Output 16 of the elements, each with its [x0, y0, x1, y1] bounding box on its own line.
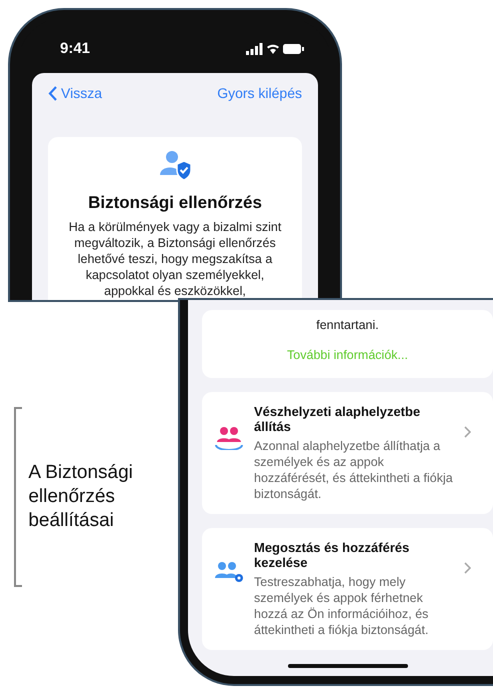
chevron-icon: [464, 562, 471, 574]
more-info-link[interactable]: További információk...: [281, 347, 414, 363]
quick-exit-button[interactable]: Gyors kilépés: [217, 85, 302, 101]
chevron-icon: [464, 426, 471, 438]
back-chevron-icon: [48, 86, 57, 100]
back-button[interactable]: Vissza: [48, 85, 102, 101]
callout-label: A Biztonsági ellenőrzés beállításai: [28, 461, 134, 533]
status-icons: [246, 42, 304, 54]
people-reset-icon: [214, 424, 244, 450]
option-card[interactable]: Vészhelyzeti alaphelyzetbe állítás Azonnal alaphelyzetbe állíthatja a személyek és az appok hozzáférését, és áttekintheti a fiókja biztonságát.: [202, 392, 493, 514]
intro-text-end: fenntartani.: [315, 318, 380, 332]
page-title: Biztonsági ellenőrzés: [88, 193, 262, 213]
status-time: 9:41: [60, 40, 90, 57]
option-card[interactable]: Megosztás és hozzáférés kezelése Testreszabhatja, hogy mely személyek és appok férhetnek hozzá az Ön információihoz, és áttekintheti a fiókja biztonságát.: [202, 528, 493, 650]
people-gear-icon: [214, 560, 244, 584]
intro-text: Ha a körülmények vagy a bizalmi szint megváltozik, a Biztonsági ellenőrzés lehetővé teszi, hogy megszakítsa a kapcsolatot olyan személyekkel, appokkal és eszközökkel,: [68, 219, 282, 299]
